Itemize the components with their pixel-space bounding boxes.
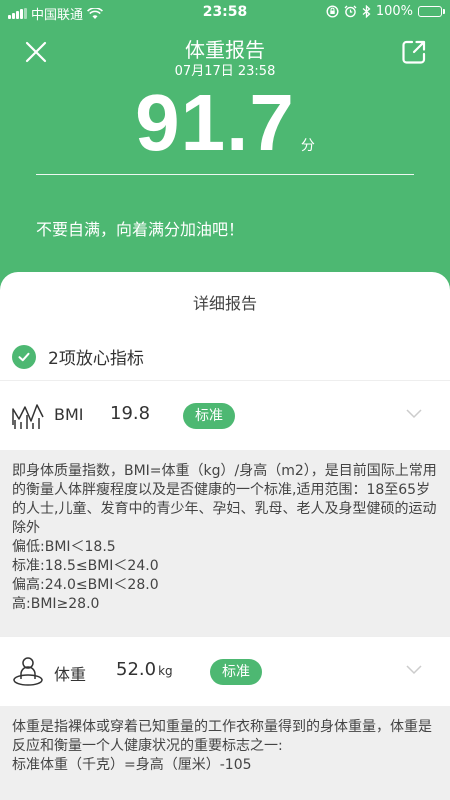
score-display: 91.7 分 [0,78,450,168]
description-line: 即身体质量指数，BMI=体重（kg）/身高（m2），是目前国际上常用的衡量人体胖… [12,463,437,536]
description-line: 高:BMI≥28.0 [12,596,100,612]
description-line: 偏低:BMI＜18.5 [12,539,116,555]
bmi-chart-icon [12,404,44,429]
status-badge: 标准 [210,659,262,685]
metric-value: 52.0 kg [116,659,173,680]
share-icon[interactable] [400,38,428,66]
status-bar: 中国联通 23:58 100% [0,0,450,26]
chevron-down-icon[interactable] [406,409,422,419]
status-badge: 标准 [183,403,235,429]
encouragement-message: 不要自满，向着满分加油吧！ [36,220,245,239]
metric-description-bmi: 即身体质量指数，BMI=体重（kg）/身高（m2），是目前国际上常用的衡量人体胖… [0,450,450,636]
alarm-icon [344,5,357,18]
rotation-lock-icon [326,5,339,18]
score-unit: 分 [300,138,315,154]
report-date: 07月17日 23:58 [174,64,276,79]
status-bar-right: 100% [326,4,445,19]
metric-value: 19.8 [110,403,151,424]
chevron-down-icon[interactable] [406,665,422,675]
summary-label: 2项放心指标 [48,349,144,369]
description-line: 标准:18.5≤BMI＜24.0 [12,558,159,574]
check-circle-icon [12,344,36,369]
metric-row-weight[interactable]: 体重 52.0 kg 标准 [0,636,450,707]
bluetooth-icon [362,5,371,18]
description-line: 偏高:24.0≤BMI＜28.0 [12,577,159,593]
metric-row-bmi[interactable]: BMI 19.8 标准 [0,380,450,451]
report-header: 体重报告 07月17日 23:58 91.7 分 不要自满，向着满分加油吧！ [0,26,450,276]
header-divider [36,174,414,175]
reassuring-indicators-summary: 2项放心指标 [12,344,144,369]
description-line: 体重是指裸体或穿着已知重量的工作衣称量得到的身体重量，体重是反应和衡量一个人健康… [12,719,432,754]
page-title: 体重报告 [185,38,265,62]
score-value: 91.7 [135,78,295,167]
battery-percent: 100% [375,4,413,19]
scale-person-icon [13,657,43,686]
metric-description-weight: 体重是指裸体或穿着已知重量的工作衣称量得到的身体重量，体重是反应和衡量一个人健康… [0,706,450,800]
detail-report-title: 详细报告 [192,294,257,313]
metric-name: 体重 [54,665,87,684]
metric-name: BMI [54,405,84,424]
detail-report-panel: 详细报告 2项放心指标 BMI 19.8 标准 即身体质量指数，BMI=体重（k… [0,272,450,800]
description-line: 标准体重（千克）=身高（厘米）-105 [12,757,252,773]
battery-icon [418,6,445,17]
